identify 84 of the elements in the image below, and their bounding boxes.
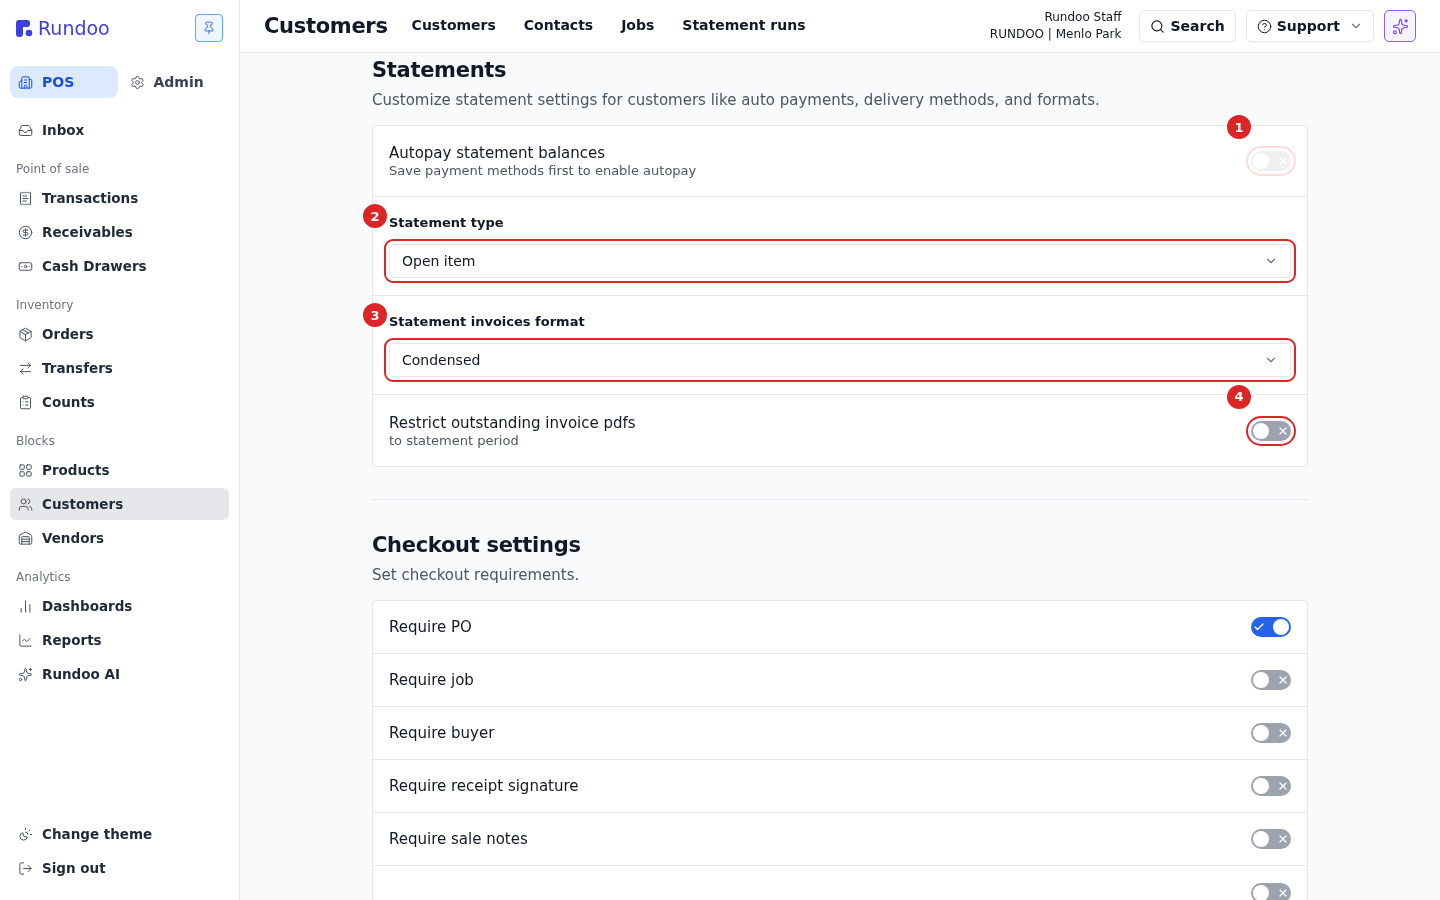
section-title: Analytics [15, 570, 72, 584]
search-button[interactable]: Search [1139, 10, 1236, 42]
header-tab[interactable]: Statement runs [682, 13, 806, 39]
annotation-marker: 4 [1227, 384, 1251, 409]
setting-label: Autopay statement balances [389, 144, 607, 162]
building-icon [18, 74, 33, 90]
user-name: Rundoo Staff [1043, 9, 1122, 26]
logout-icon [18, 860, 33, 876]
nav-item[interactable]: Products [10, 454, 229, 486]
close-icon [1277, 674, 1289, 686]
toggle-switch[interactable] [1251, 723, 1291, 743]
ai-button[interactable] [1384, 10, 1416, 42]
sparkles-icon [1391, 17, 1409, 35]
header-tab[interactable]: Contacts [523, 13, 594, 39]
setting-hint: Save payment methods first to enable autopay [389, 163, 697, 178]
close-icon [1277, 780, 1289, 792]
nav-item[interactable]: Reports [10, 624, 229, 656]
setting-label: Require receipt signature [389, 777, 579, 795]
toggle-switch[interactable] [1251, 670, 1291, 690]
section-description: Customize statement settings for customers like auto payments, delivery methods, and formats. [372, 91, 1101, 109]
setting-label: Require job [389, 671, 474, 689]
box-icon [18, 326, 33, 342]
dollar-icon [18, 224, 33, 240]
gear-icon [129, 74, 145, 90]
header-tab[interactable]: Jobs [621, 13, 655, 39]
toggle-switch[interactable] [1251, 776, 1291, 796]
toggle-switch[interactable] [1251, 829, 1291, 849]
annotation-marker: 3 [363, 303, 387, 327]
section-heading: Checkout settings [372, 532, 582, 559]
pin-icon [202, 21, 216, 35]
sun-moon-icon [18, 826, 33, 842]
nav-item[interactable]: Cash Drawers [10, 250, 229, 282]
arrows-icon [18, 360, 33, 376]
toggle-switch[interactable] [1251, 617, 1291, 637]
nav-item[interactable]: Receivables [10, 216, 229, 248]
mode-tab[interactable]: Admin [121, 66, 229, 98]
logo: Rundoo [16, 17, 110, 39]
sparkles-icon [18, 666, 33, 682]
setting-label: Require PO [389, 618, 472, 636]
nav-item[interactable]: Transactions [10, 182, 229, 214]
section-title: Inventory [15, 298, 75, 312]
receipt-icon [18, 190, 33, 206]
section-heading: Statements [372, 57, 508, 84]
annotation-marker: 1 [1227, 115, 1251, 139]
nav-item[interactable]: Vendors [10, 522, 229, 554]
annotation-marker: 2 [363, 204, 387, 228]
header-tab[interactable]: Customers [411, 13, 496, 39]
warehouse-icon [18, 530, 33, 546]
grid-icon [18, 462, 33, 478]
nav-item[interactable]: Counts [10, 386, 229, 418]
close-icon [1277, 833, 1289, 845]
section-title: Point of sale [15, 162, 91, 176]
line-chart-icon [18, 632, 33, 648]
nav-item[interactable]: Sign out [10, 852, 229, 884]
nav-item[interactable]: Rundoo AI [10, 658, 229, 690]
clipboard-icon [18, 394, 33, 410]
help-icon [1256, 18, 1272, 34]
search-icon [1150, 18, 1166, 34]
store-name: RUNDOO | Menlo Park [989, 26, 1122, 43]
field-label: Statement type [389, 215, 505, 230]
check-icon [1253, 621, 1265, 633]
users-icon [18, 496, 33, 512]
inbox-icon [18, 122, 33, 138]
setting-hint: to statement period [389, 432, 520, 448]
section-description: Set checkout requirements. [372, 566, 581, 584]
support-button[interactable]: Support [1245, 10, 1374, 42]
nav-item[interactable]: Transfers [10, 352, 229, 384]
field-label: Statement invoices format [389, 314, 586, 329]
mode-tab[interactable]: POS [10, 66, 118, 98]
page-title: Customers [264, 14, 388, 38]
close-icon [1277, 727, 1289, 739]
nav-item[interactable]: Inbox [10, 114, 229, 146]
bar-chart-icon [18, 598, 33, 614]
setting-label: Require sale notes [389, 830, 528, 848]
pin-button[interactable] [195, 14, 223, 42]
nav-item[interactable]: Customers [10, 488, 229, 520]
setting-label: Restrict outstanding invoice pdfs [389, 413, 636, 432]
toggle-switch[interactable] [1251, 882, 1291, 900]
nav-item[interactable]: Orders [10, 318, 229, 350]
section-title: Blocks [15, 434, 56, 448]
setting-label: Require buyer [389, 724, 495, 742]
nav-item[interactable]: Dashboards [10, 590, 229, 622]
logo-icon [16, 19, 33, 37]
nav-item[interactable]: Change theme [10, 818, 229, 850]
